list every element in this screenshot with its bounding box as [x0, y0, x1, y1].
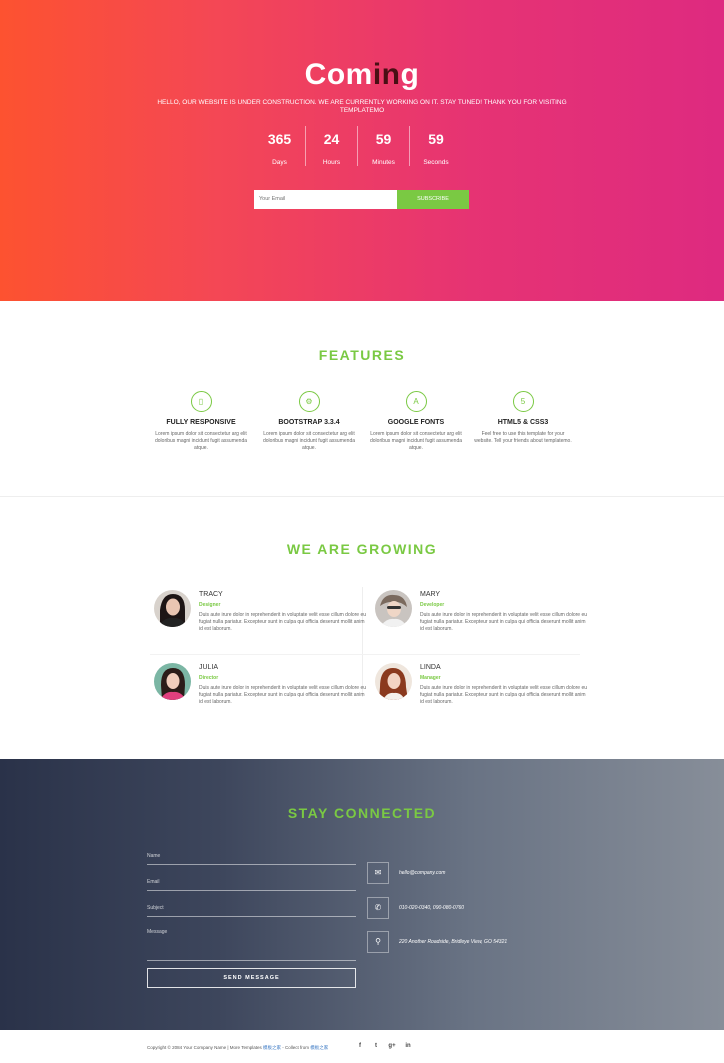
mobile-icon: ▯ — [190, 391, 212, 412]
google-plus-icon[interactable]: g+ — [384, 1043, 400, 1049]
facebook-icon[interactable]: f — [352, 1043, 368, 1049]
avatar — [154, 590, 191, 627]
team-member: JULIA Director Duis aute irure dolor in … — [154, 663, 369, 723]
countdown-seconds: 59 Seconds — [423, 131, 449, 166]
hero-tagline: HELLO, OUR WEBSITE IS UNDER CONSTRUCTION… — [157, 99, 567, 114]
team-member: LINDA Manager Duis aute irure dolor in r… — [375, 663, 590, 723]
social-links: f t g+ in — [352, 1043, 416, 1049]
twitter-icon[interactable]: t — [368, 1043, 384, 1049]
contact-address: ⚲ 220 Another Roadside, Bridleye View, G… — [367, 931, 582, 953]
countdown: 365 Days 24 Hours 59 Minutes 59 Seconds — [254, 126, 462, 166]
avatar — [375, 590, 412, 627]
html5-icon: 5 — [512, 391, 534, 412]
name-field[interactable]: Name — [147, 853, 356, 865]
team-member: MARY Developer Duis aute irure dolor in … — [375, 590, 590, 650]
subscribe-form: SUBSCRIBE — [254, 190, 469, 209]
map-marker-icon: ⚲ — [367, 931, 389, 953]
cogs-icon: ⚙ — [298, 391, 320, 412]
feature-item: 5 HTML5 & CSS3 Feel free to use this tem… — [473, 391, 573, 445]
font-icon: A — [405, 391, 427, 412]
contact-phone: ✆ 010-020-0340, 090-080-0760 — [367, 897, 582, 919]
team-member: TRACY Designer Duis aute irure dolor in … — [154, 590, 369, 650]
email-input[interactable] — [254, 190, 397, 209]
contact-email: ✉ hello@company.com — [367, 862, 582, 884]
countdown-minutes: 59 Minutes — [358, 126, 410, 166]
subscribe-button[interactable]: SUBSCRIBE — [397, 190, 469, 209]
contact-section: STAY CONNECTED Name Email Subject Messag… — [0, 759, 724, 1030]
email-field[interactable]: Email — [147, 879, 356, 891]
avatar — [154, 663, 191, 700]
countdown-hours: 24 Hours — [306, 126, 358, 166]
avatar — [375, 663, 412, 700]
envelope-icon: ✉ — [367, 862, 389, 884]
phone-icon: ✆ — [367, 897, 389, 919]
features-title: FEATURES — [318, 347, 406, 363]
collect-link[interactable]: 模板之家 — [310, 1045, 328, 1050]
team-section: WE ARE GROWING TRACY Designer Duis aute … — [0, 497, 724, 759]
hero-title: Coming — [304, 58, 420, 91]
footer: Copyright © 2084 Your Company Name | Mor… — [0, 1030, 724, 1063]
feature-item: ▯ FULLY RESPONSIVE Lorem ipsum dolor sit… — [151, 391, 251, 452]
message-field[interactable]: Message — [147, 929, 356, 961]
feature-item: A GOOGLE FONTS Lorem ipsum dolor sit con… — [366, 391, 466, 452]
copyright: Copyright © 2084 Your Company Name | Mor… — [147, 1045, 329, 1050]
linkedin-icon[interactable]: in — [400, 1043, 416, 1049]
countdown-days: 365 Days — [254, 126, 306, 166]
feature-item: ⚙ BOOTSTRAP 3.3.4 Lorem ipsum dolor sit … — [259, 391, 359, 452]
subject-field[interactable]: Subject — [147, 905, 356, 917]
team-divider — [150, 654, 580, 655]
templates-link[interactable]: 模板之家 — [263, 1045, 281, 1050]
team-title: WE ARE GROWING — [286, 541, 438, 557]
hero-section: Coming HELLO, OUR WEBSITE IS UNDER CONST… — [0, 0, 724, 301]
features-section: FEATURES ▯ FULLY RESPONSIVE Lorem ipsum … — [0, 301, 724, 496]
contact-title: STAY CONNECTED — [287, 805, 437, 821]
send-message-button[interactable]: SEND MESSAGE — [147, 968, 356, 988]
